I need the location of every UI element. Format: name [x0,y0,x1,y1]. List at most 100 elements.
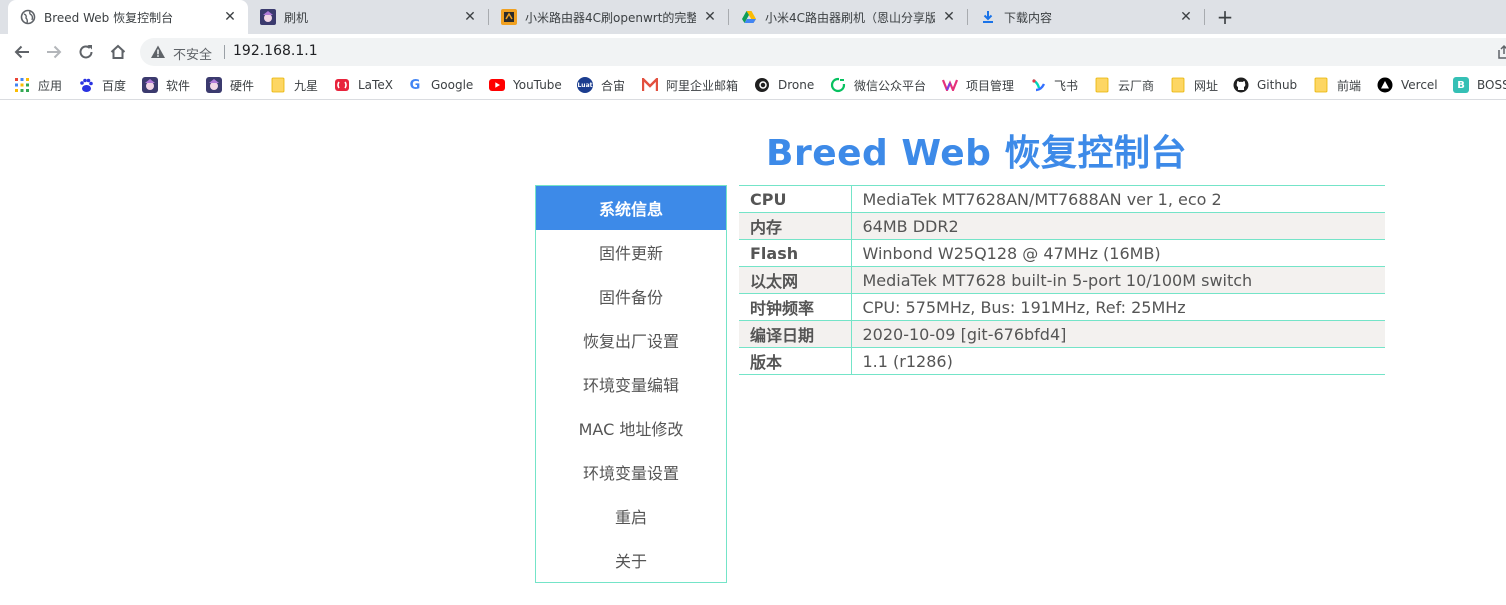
forward-arrow-icon [47,45,62,59]
bookmark-drone[interactable]: Drone [754,76,814,94]
bookmark-boss[interactable]: B BOSS [1453,76,1506,94]
home-icon [110,44,126,59]
tab-title: 小米路由器4C刷openwrt的完整 [525,10,696,25]
menu-item-mac-edit[interactable]: MAC 地址修改 [536,406,726,450]
bookmark-label: 九星 [294,78,319,93]
bookmark-software[interactable]: 软件 [142,76,190,94]
blog-icon [501,9,517,25]
bookmark-youtube[interactable]: YouTube [489,76,562,94]
bookmarks-bar: 应用 百度 软件 硬件 九星 LaTeX G Google YouTube Lu… [0,70,1506,100]
table-row: Flash Winbond W25Q128 @ 47MHz (16MB) [739,239,1385,267]
close-icon[interactable]: ✕ [222,9,238,25]
apps-grid-icon [14,77,30,93]
reload-icon [79,45,93,59]
forward-button[interactable] [42,40,66,64]
bookmark-label: Vercel [1401,78,1438,92]
folder-icon [1170,77,1186,93]
system-info-table: CPU MediaTek MT7628AN/MT7688AN ver 1, ec… [739,185,1385,375]
address-bar[interactable]: 不安全 192.168.1.1 [140,38,1506,66]
google-drive-icon [741,9,757,25]
info-key-clock: 时钟频率 [739,293,852,321]
bookmark-cloud[interactable]: 云厂商 [1094,76,1154,94]
bookmark-label: 前端 [1337,78,1362,93]
url-text[interactable]: 192.168.1.1 [233,43,318,59]
tab-openwrt[interactable]: 小米路由器4C刷openwrt的完整 ✕ [489,0,728,34]
tab-title: 小米4C路由器刷机（恩山分享版 [765,10,935,25]
table-row: 以太网 MediaTek MT7628 built-in 5-port 10/1… [739,266,1385,294]
tab-title: 下载内容 [1004,10,1053,25]
browser-toolbar: 不安全 192.168.1.1 [0,34,1506,70]
tab-downloads[interactable]: 下载内容 ✕ [968,0,1204,34]
info-key-build-date: 编译日期 [739,320,852,348]
bookmark-label: 云厂商 [1118,78,1155,93]
menu-item-factory-reset[interactable]: 恢复出厂设置 [536,318,726,362]
info-value-clock: CPU: 575MHz, Bus: 191MHz, Ref: 25MHz [862,297,1186,317]
tab-breed[interactable]: Breed Web 恢复控制台 ✕ [8,0,248,34]
bookmark-label: BOSS [1477,78,1506,92]
table-row: 编译日期 2020-10-09 [git-676bfd4] [739,320,1385,348]
bookmark-label: 微信公众平台 [854,78,927,93]
bookmark-label: 阿里企业邮箱 [666,78,739,93]
warning-icon[interactable] [150,44,166,64]
new-tab-button[interactable]: + [1214,5,1236,29]
vercel-icon [1377,77,1393,93]
close-icon[interactable]: ✕ [941,9,957,25]
bookmark-feishu[interactable]: 飞书 [1030,76,1078,94]
folder-icon [270,77,286,93]
bookmark-label: 项目管理 [966,78,1015,93]
close-icon[interactable]: ✕ [702,9,718,25]
luat-icon: Luat [577,77,593,93]
anime-avatar-icon [142,77,158,93]
bookmark-label: 硬件 [230,78,255,93]
close-icon[interactable]: ✕ [1178,9,1194,25]
home-button[interactable] [106,40,130,64]
bookmark-frontend[interactable]: 前端 [1313,76,1361,94]
bookmark-hardware[interactable]: 硬件 [206,76,254,94]
menu-item-firmware-update[interactable]: 固件更新 [536,230,726,274]
bookmark-label: LaTeX [358,78,393,92]
menu-item-env-edit[interactable]: 环境变量编辑 [536,362,726,406]
reload-button[interactable] [74,40,98,64]
share-icon[interactable] [1497,44,1506,64]
youtube-icon [489,77,505,93]
close-icon[interactable]: ✕ [462,9,478,25]
menu-item-firmware-backup[interactable]: 固件备份 [536,274,726,318]
info-key-version: 版本 [739,347,852,375]
bookmark-label: Github [1257,78,1298,92]
info-value-version: 1.1 (r1286) [862,351,953,371]
bookmark-baidu[interactable]: 百度 [78,76,126,94]
bookmark-latex[interactable]: LaTeX [334,76,393,94]
bookmark-jiuxing[interactable]: 九星 [270,76,318,94]
back-button[interactable] [10,40,34,64]
menu-item-reboot[interactable]: 重启 [536,494,726,538]
menu-item-about[interactable]: 关于 [536,538,726,582]
table-row: 内存 64MB DDR2 [739,212,1385,240]
bookmark-vercel[interactable]: Vercel [1377,76,1438,94]
bookmark-google[interactable]: G Google [407,76,474,94]
table-row: 版本 1.1 (r1286) [739,347,1385,375]
bookmark-luat[interactable]: Luat 合宙 [577,76,625,94]
page-title: Breed Web 恢复控制台 [766,133,1187,174]
table-row: 时钟频率 CPU: 575MHz, Bus: 191MHz, Ref: 25MH… [739,293,1385,321]
bookmark-label: YouTube [513,78,562,92]
bookmark-wechat-mp[interactable]: 微信公众平台 [830,76,926,94]
info-value-flash: Winbond W25Q128 @ 47MHz (16MB) [862,243,1161,263]
bookmark-label: 软件 [166,78,191,93]
bookmark-label: Google [431,78,474,92]
bookmark-apps[interactable]: 应用 [14,76,62,94]
bookmark-label: Drone [778,78,815,92]
tab-flash[interactable]: 刷机 ✕ [248,0,488,34]
menu-item-system-info[interactable]: 系统信息 [536,186,726,230]
globe-icon [20,9,36,25]
security-label[interactable]: 不安全 [173,44,212,63]
bookmark-sites[interactable]: 网址 [1170,76,1218,94]
wechat-icon [830,77,846,93]
menu-item-env-settings[interactable]: 环境变量设置 [536,450,726,494]
tab-divider [1204,9,1205,25]
bookmark-project[interactable]: 项目管理 [942,76,1014,94]
bookmark-github[interactable]: Github [1233,76,1297,94]
google-icon: G [409,77,421,93]
anime-avatar-icon [206,77,222,93]
bookmark-ali-mail[interactable]: 阿里企业邮箱 [642,76,738,94]
tab-drive[interactable]: 小米4C路由器刷机（恩山分享版 ✕ [729,0,967,34]
